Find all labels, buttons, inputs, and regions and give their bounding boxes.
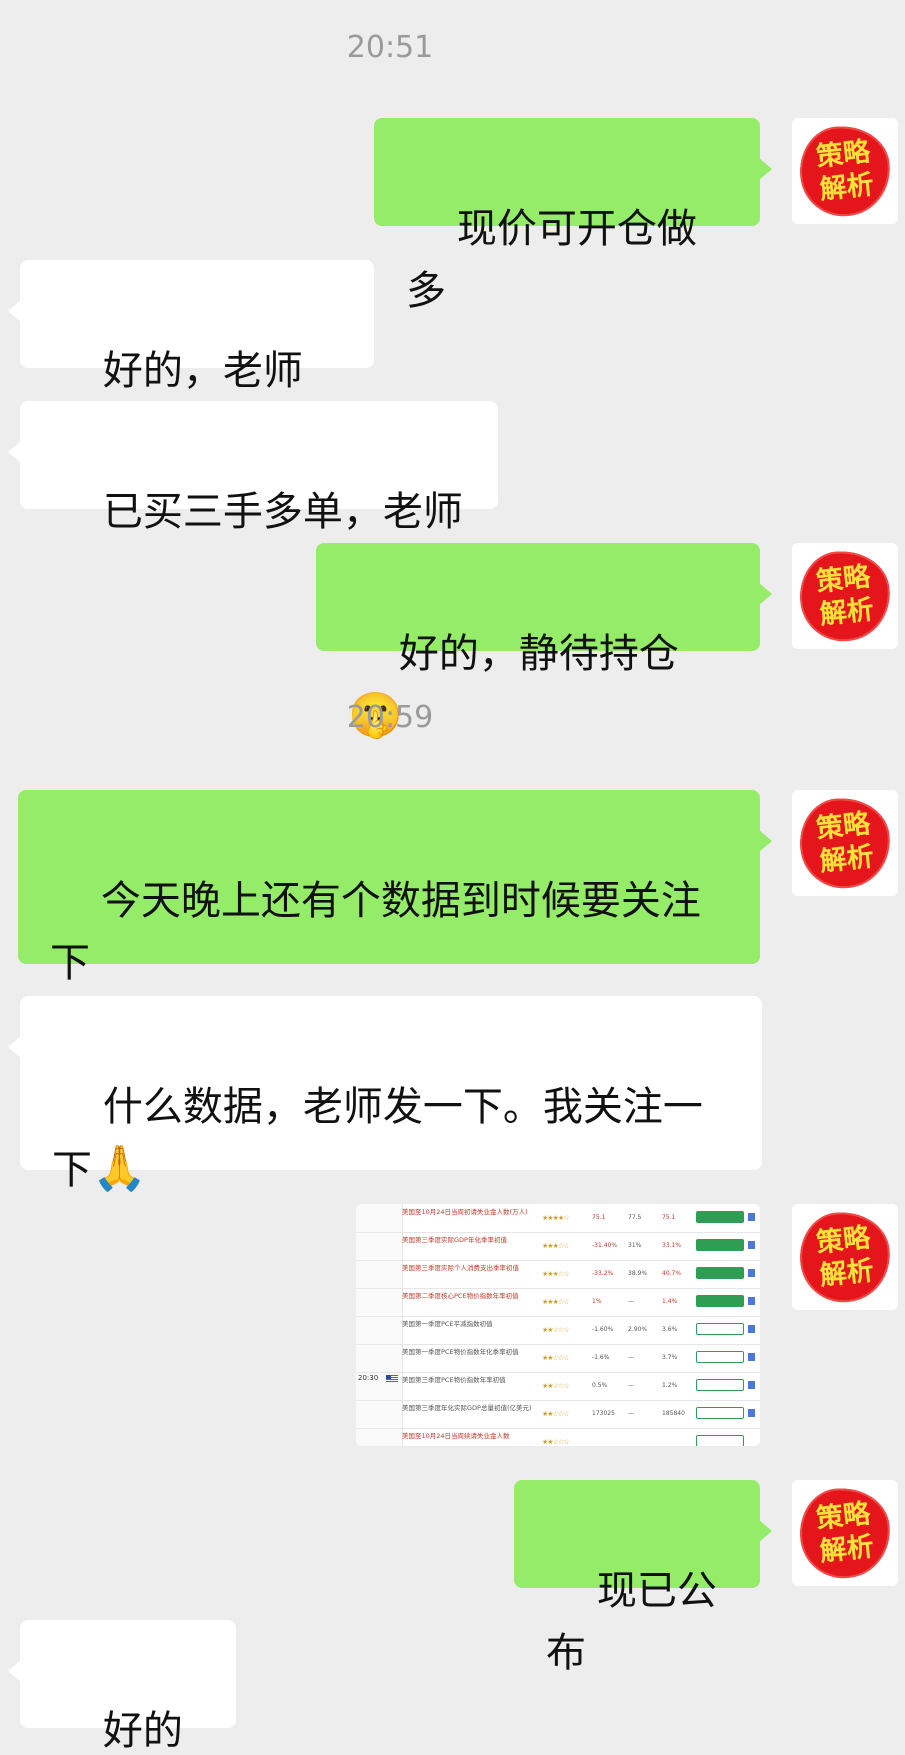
message-bubble-sent[interactable]: 好的，静待持仓🤫	[316, 543, 772, 741]
chart-icon	[748, 1353, 755, 1361]
avatar-seal-logo: 策略 解析	[795, 1483, 895, 1583]
avatar-seal-logo: 策略 解析	[795, 546, 895, 646]
timestamp: 20:59	[346, 700, 434, 735]
image-message-data-table[interactable]: 20:30 美国至10月24日当周初请失业金人数(万人) ★★★★☆ 75.1 …	[356, 1204, 760, 1446]
message-bubble-sent[interactable]: 现已公布	[514, 1480, 772, 1676]
status-tag	[696, 1435, 744, 1446]
importance-stars-icon: ★★☆☆☆	[542, 1438, 569, 1446]
message-text: 什么数据，老师发一下。我关注一下	[52, 1084, 703, 1193]
status-tag	[696, 1351, 744, 1363]
table-row: 美国第一季度PCE物价指数年化季率初值 ★★☆☆☆ -1.6% — 3.7%	[356, 1344, 760, 1373]
sender-avatar[interactable]: 策略 解析	[792, 790, 898, 896]
importance-stars-icon: ★★☆☆☆	[542, 1326, 569, 1334]
importance-stars-icon: ★★★★☆	[542, 1214, 569, 1222]
sender-avatar[interactable]: 策略 解析	[792, 118, 898, 224]
chart-icon	[748, 1213, 755, 1221]
status-tag	[696, 1295, 744, 1307]
table-row: 美国第三季度年化实际GDP总量初值(亿美元) ★★☆☆☆ 173025 — 18…	[356, 1400, 760, 1429]
chart-icon	[748, 1325, 755, 1333]
importance-stars-icon: ★★★☆☆	[542, 1298, 569, 1306]
table-row: 美国第三季度PCE物价指数年率初值 ★★☆☆☆ 0.5% — 1.2%	[356, 1372, 760, 1401]
message-bubble-sent[interactable]: 现价可开仓做多	[374, 118, 772, 314]
status-tag	[696, 1211, 744, 1223]
chart-icon	[748, 1297, 755, 1305]
message-bubble-received[interactable]: 好的，老师👌	[8, 260, 374, 458]
status-tag	[696, 1239, 744, 1251]
message-bubble-received[interactable]: 已买三手多单，老师	[8, 401, 498, 535]
chat-window: 20:51 现价可开仓做多 策略 解析 好的，老师👌 已买三手多单，老师 好的，…	[0, 0, 905, 1755]
message-text: 已买三手多单，老师	[102, 489, 463, 535]
message-text: 好的	[102, 1708, 183, 1754]
table-row: 美国第三季度实际GDP年化季率初值 ★★★☆☆ -31.40% 31% 33.1…	[356, 1232, 760, 1261]
table-row: 美国第二季度核心PCE物价指数年率初值 ★★★☆☆ 1% — 1.4%	[356, 1288, 760, 1317]
sender-avatar[interactable]: 策略 解析	[792, 543, 898, 649]
status-tag	[696, 1379, 744, 1391]
message-bubble-sent[interactable]: 今天晚上还有个数据到时候要关注下	[18, 790, 772, 986]
table-row: 美国第一季度PCE平减指数初值 ★★☆☆☆ -1.60% 2.90% 3.6%	[356, 1316, 760, 1345]
table-row: 美国至10月24日当周续请失业金人数 ★★☆☆☆	[356, 1428, 760, 1446]
sender-avatar[interactable]: 策略 解析	[792, 1480, 898, 1586]
avatar-seal-logo: 策略 解析	[795, 121, 895, 221]
folded-hands-emoji-icon: 🙏	[92, 1143, 147, 1194]
table-row: 美国第三季度实际个人消费支出季率初值 ★★★☆☆ -33.2% 38.9% 40…	[356, 1260, 760, 1289]
chart-icon	[748, 1381, 755, 1389]
avatar-seal-logo: 策略 解析	[795, 1207, 895, 1307]
table-row: 美国至10月24日当周初请失业金人数(万人) ★★★★☆ 75.1 77.5 7…	[356, 1204, 760, 1233]
message-text: 今天晚上还有个数据到时候要关注下	[50, 878, 701, 986]
importance-stars-icon: ★★★☆☆	[542, 1242, 569, 1250]
message-text: 现已公布	[546, 1568, 717, 1676]
message-text: 好的，静待持仓	[398, 631, 679, 677]
message-bubble-received[interactable]: 好的🙏	[8, 1620, 236, 1754]
sender-avatar[interactable]: 策略 解析	[792, 1204, 898, 1310]
message-bubble-received[interactable]: 什么数据，老师发一下。我关注一下🙏	[8, 996, 762, 1194]
status-tag	[696, 1407, 744, 1419]
status-tag	[696, 1267, 744, 1279]
chart-icon	[748, 1269, 755, 1277]
chart-icon	[748, 1241, 755, 1249]
importance-stars-icon: ★★★☆☆	[542, 1270, 569, 1278]
timestamp: 20:51	[346, 30, 434, 65]
message-text: 现价可开仓做多	[406, 206, 697, 314]
status-tag	[696, 1323, 744, 1335]
importance-stars-icon: ★★☆☆☆	[542, 1410, 569, 1418]
message-text: 好的，老师	[102, 348, 303, 394]
chart-icon	[748, 1409, 755, 1417]
importance-stars-icon: ★★☆☆☆	[542, 1382, 569, 1390]
importance-stars-icon: ★★☆☆☆	[542, 1354, 569, 1362]
avatar-seal-logo: 策略 解析	[795, 793, 895, 893]
